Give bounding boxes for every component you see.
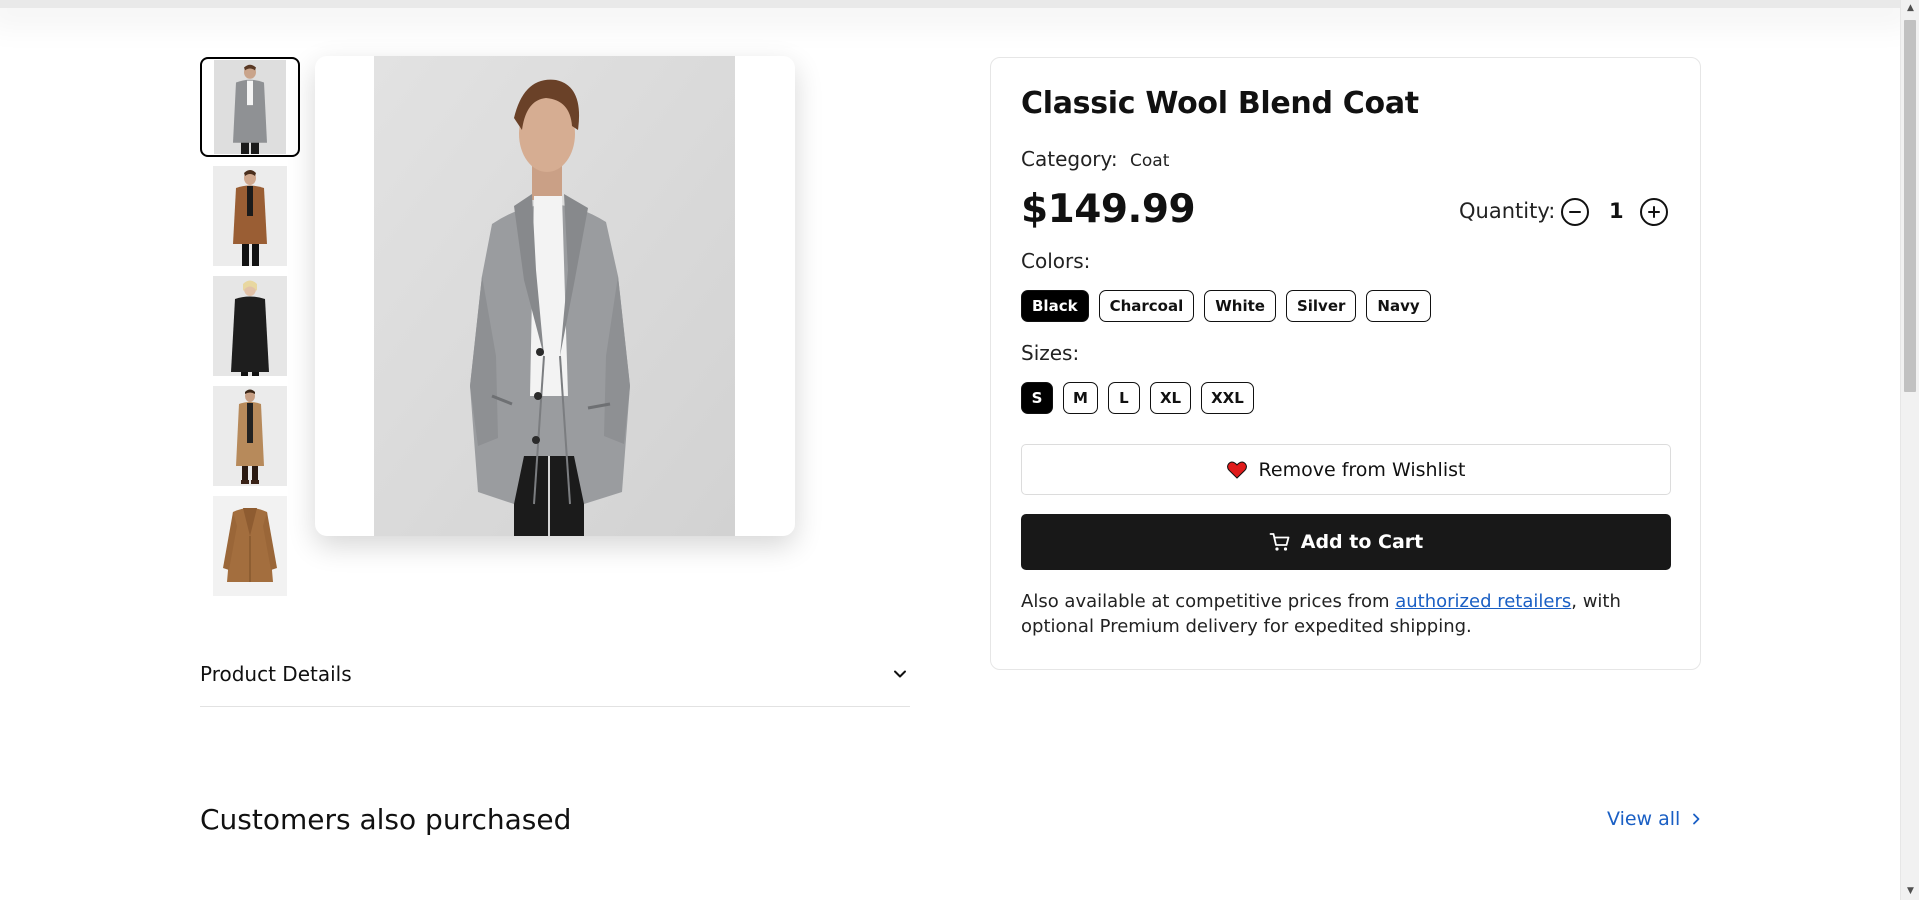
thumbnail-image — [214, 60, 286, 154]
color-option-white[interactable]: White — [1204, 290, 1276, 322]
quantity-value: 1 — [1609, 199, 1624, 223]
quantity-decrease-button[interactable] — [1561, 198, 1589, 226]
product-details-title: Product Details — [200, 661, 352, 686]
color-options: Black Charcoal White Silver Navy — [1021, 290, 1431, 322]
thumbnail-camel-coat[interactable] — [200, 166, 300, 266]
color-option-charcoal[interactable]: Charcoal — [1098, 290, 1195, 322]
sizes-label: Sizes: — [1021, 341, 1080, 365]
size-options: S M L XL XXL — [1021, 382, 1254, 414]
view-all-link[interactable]: View all — [1607, 808, 1702, 830]
thumbnail-image — [213, 496, 287, 596]
heart-icon — [1226, 461, 1247, 479]
size-option-xxl[interactable]: XXL — [1201, 382, 1254, 414]
authorized-retailers-link[interactable]: authorized retailers — [1395, 591, 1571, 612]
thumbnail-black-coat[interactable] — [200, 276, 300, 376]
thumbnail-tan-flat-coat[interactable] — [200, 496, 300, 596]
thumbnail-grey-coat[interactable] — [200, 57, 300, 157]
header-shadow — [0, 0, 1900, 8]
scroll-down-arrow-icon[interactable]: ▼ — [1901, 883, 1919, 900]
size-option-s[interactable]: S — [1021, 382, 1053, 414]
note-prefix: Also available at competitive prices fro… — [1021, 591, 1396, 612]
colors-label: Colors: — [1021, 249, 1091, 273]
thumbnail-image — [213, 386, 287, 486]
add-to-cart-button[interactable]: Add to Cart — [1021, 514, 1671, 570]
size-option-l[interactable]: L — [1107, 382, 1140, 414]
chevron-down-icon — [894, 670, 906, 677]
color-option-silver[interactable]: Silver — [1285, 290, 1357, 322]
customers-also-purchased-title: Customers also purchased — [200, 803, 572, 836]
color-option-black[interactable]: Black — [1021, 290, 1089, 322]
availability-note: Also available at competitive prices fro… — [1021, 589, 1661, 639]
thumbnail-image — [213, 276, 287, 376]
minus-icon — [1569, 211, 1581, 213]
quantity-label: Quantity: — [1459, 199, 1556, 223]
category-value: Coat — [1130, 151, 1170, 171]
size-option-m[interactable]: M — [1063, 382, 1098, 414]
product-price: $149.99 — [1021, 187, 1196, 232]
remove-from-wishlist-button[interactable]: Remove from Wishlist — [1021, 444, 1671, 495]
thumbnail-tan-long-coat[interactable] — [200, 386, 300, 486]
thumbnail-image — [213, 166, 287, 266]
size-option-xl[interactable]: XL — [1149, 382, 1192, 414]
product-details-accordion[interactable]: Product Details — [200, 647, 910, 707]
wishlist-button-label: Remove from Wishlist — [1258, 458, 1466, 481]
main-product-image[interactable] — [374, 56, 735, 536]
scrollbar-thumb[interactable] — [1904, 20, 1916, 392]
main-product-image-card — [315, 56, 795, 536]
page-scrollbar[interactable]: ▲ ▼ — [1900, 0, 1919, 900]
add-to-cart-label: Add to Cart — [1300, 531, 1424, 553]
view-all-label: View all — [1607, 808, 1681, 830]
quantity-increase-button[interactable] — [1640, 198, 1668, 226]
product-info-card: Classic Wool Blend Coat Category: Coat $… — [990, 57, 1701, 670]
color-option-navy[interactable]: Navy — [1366, 290, 1431, 322]
category-label: Category: — [1021, 147, 1118, 171]
product-title: Classic Wool Blend Coat — [1021, 86, 1419, 121]
chevron-right-icon — [1693, 813, 1700, 825]
scroll-up-arrow-icon[interactable]: ▲ — [1901, 0, 1919, 17]
plus-icon — [1648, 206, 1660, 218]
cart-icon — [1269, 533, 1290, 551]
